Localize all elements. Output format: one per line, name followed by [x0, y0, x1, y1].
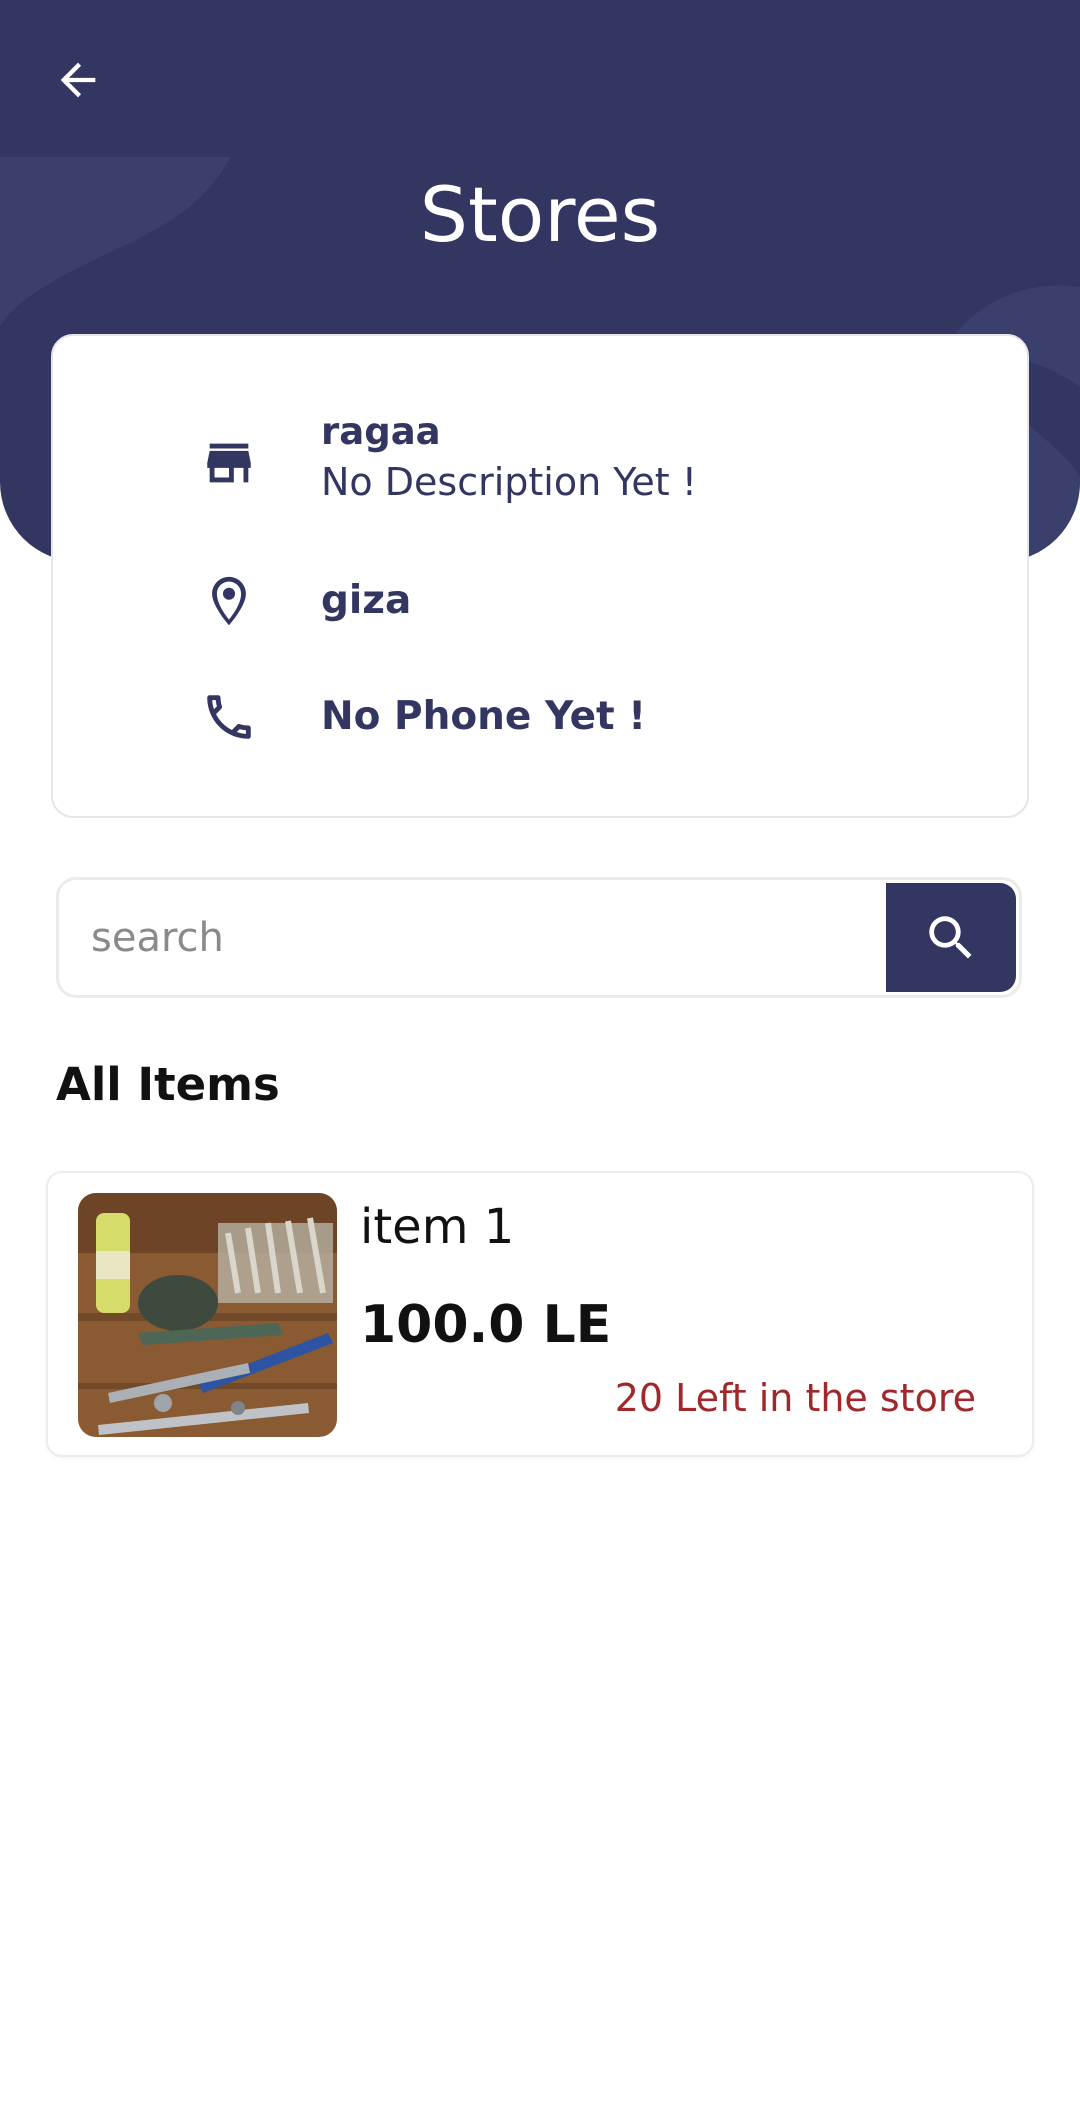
arrow-back-icon	[60, 62, 96, 98]
phone-icon	[196, 684, 262, 750]
store-location-row: giza	[53, 568, 1027, 634]
location-pin-icon	[196, 568, 262, 634]
item-price: 100.0 LE	[360, 1295, 612, 1355]
item-name: item 1	[360, 1199, 515, 1255]
store-phone: No Phone Yet !	[321, 694, 647, 739]
item-stock: 20 Left in the store	[614, 1376, 976, 1420]
section-title: All Items	[56, 1058, 280, 1111]
store-name: ragaa	[321, 410, 441, 453]
search-button[interactable]	[886, 883, 1016, 992]
page-title: Stores	[419, 170, 661, 259]
search-icon	[929, 915, 972, 959]
back-button[interactable]	[48, 50, 108, 110]
storefront-icon	[196, 430, 262, 496]
search-bar	[56, 877, 1022, 998]
item-image	[78, 1193, 337, 1437]
store-location: giza	[321, 578, 412, 623]
search-input[interactable]	[59, 880, 885, 995]
item-card[interactable]: item 1 100.0 LE 20 Left in the store	[46, 1171, 1034, 1457]
app-bar	[0, 0, 1080, 158]
store-info-card: ragaa No Description Yet ! giza No Phone…	[51, 334, 1029, 818]
store-phone-row: No Phone Yet !	[53, 684, 1027, 750]
store-name-row: ragaa No Description Yet !	[53, 408, 1027, 518]
store-description: No Description Yet !	[321, 460, 698, 504]
